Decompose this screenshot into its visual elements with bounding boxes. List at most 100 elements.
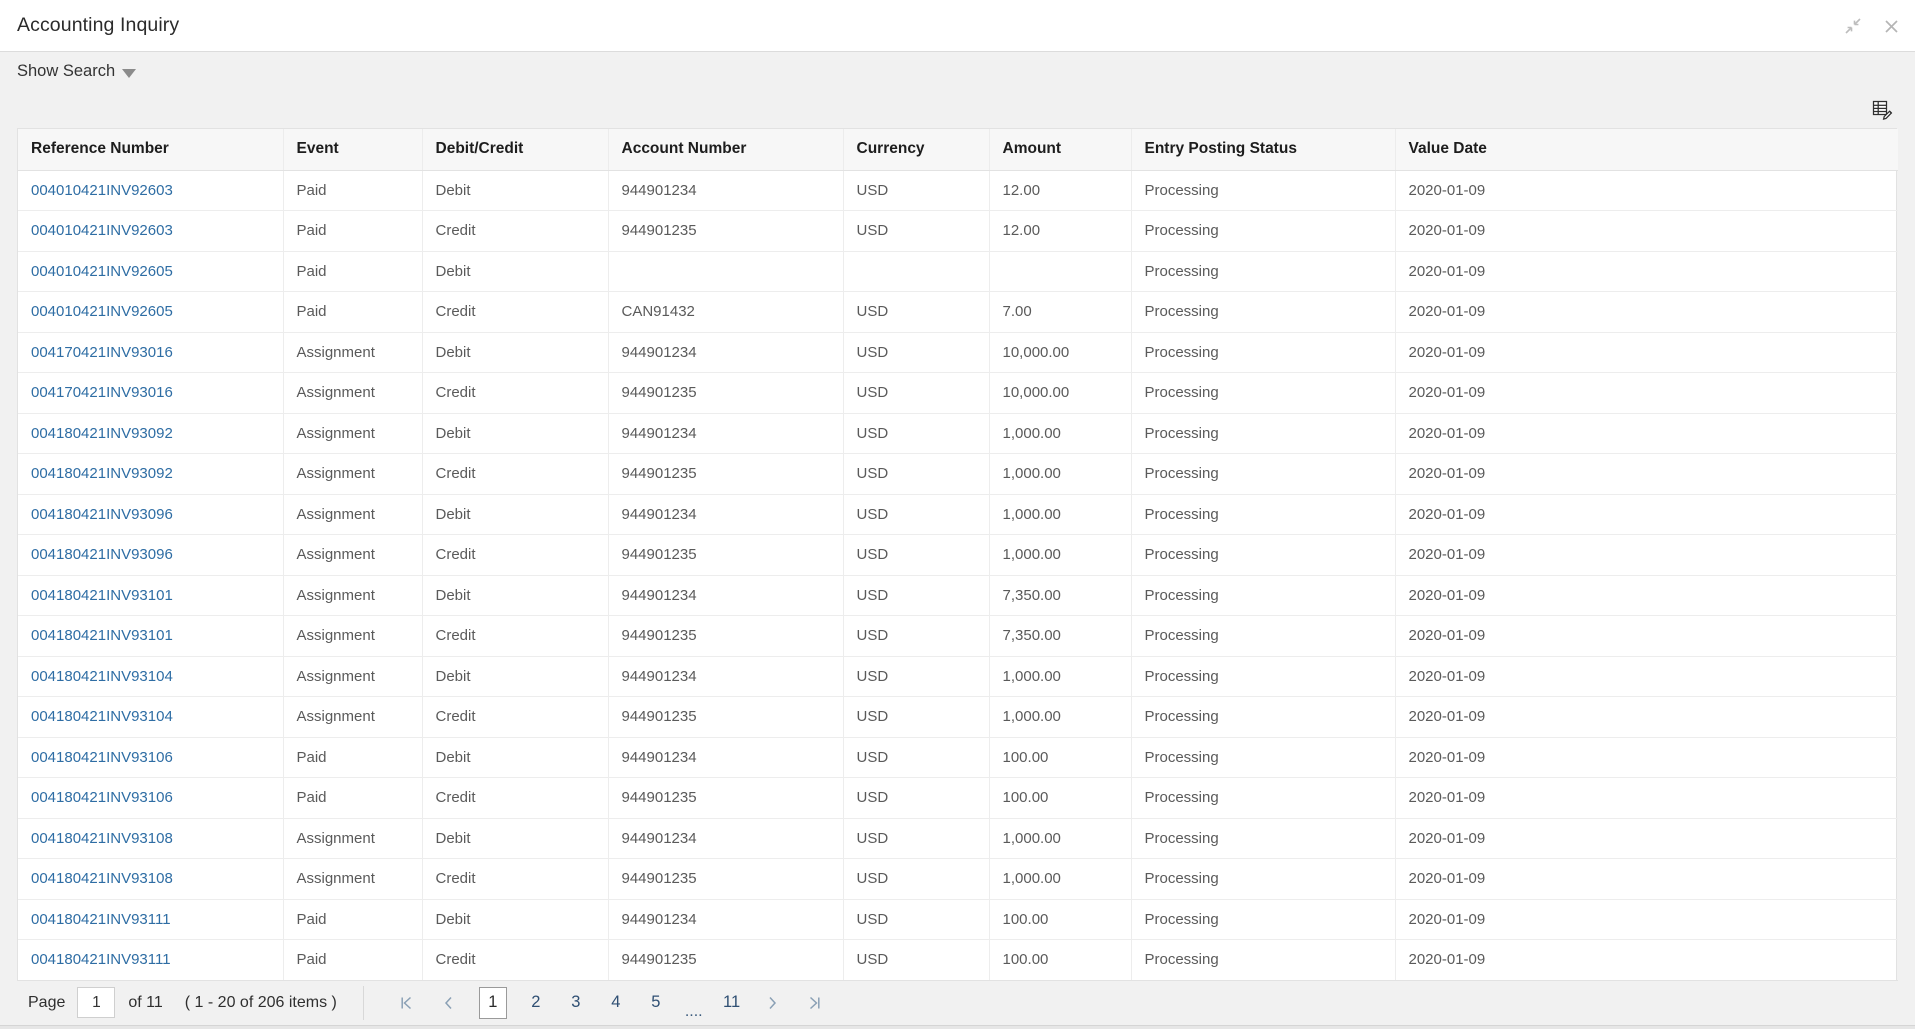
reference-number-link[interactable]: 004180421INV93108 bbox=[31, 830, 173, 847]
cell-amount: 1,000.00 bbox=[989, 494, 1132, 535]
reference-number-link[interactable]: 004170421INV93016 bbox=[31, 384, 173, 401]
total-pages-label: of 11 bbox=[128, 993, 163, 1011]
cell-debit-credit: Debit bbox=[422, 656, 609, 697]
cell-entry-posting-status: Processing bbox=[1131, 453, 1396, 495]
previous-page-icon[interactable] bbox=[436, 988, 462, 1018]
page-button-4[interactable]: 4 bbox=[605, 988, 627, 1018]
reference-number-link[interactable]: 004180421INV93104 bbox=[31, 668, 173, 685]
cell-reference-number[interactable]: 004010421INV92603 bbox=[18, 210, 284, 252]
column-header-value-date[interactable]: Value Date bbox=[1395, 129, 1898, 171]
column-header-currency[interactable]: Currency bbox=[843, 129, 990, 171]
grid-edit-icon[interactable] bbox=[1870, 98, 1894, 122]
cell-entry-posting-status: Processing bbox=[1131, 372, 1396, 414]
page-button-3[interactable]: 3 bbox=[565, 988, 587, 1018]
cell-debit-credit: Debit bbox=[422, 251, 609, 292]
reference-number-link[interactable]: 004180421INV93108 bbox=[31, 870, 173, 887]
reference-number-link[interactable]: 004180421INV93111 bbox=[31, 951, 171, 968]
show-search-toggle[interactable]: Show Search bbox=[17, 62, 137, 81]
cell-reference-number[interactable]: 004010421INV92603 bbox=[18, 170, 284, 211]
cell-currency bbox=[843, 251, 990, 292]
cell-reference-number[interactable]: 004180421INV93111 bbox=[18, 939, 284, 981]
reference-number-link[interactable]: 004170421INV93016 bbox=[31, 344, 173, 361]
close-icon[interactable] bbox=[1881, 16, 1901, 36]
cell-currency: USD bbox=[843, 818, 990, 859]
column-header-reference-number[interactable]: Reference Number bbox=[18, 129, 284, 171]
cell-reference-number[interactable]: 004010421INV92605 bbox=[18, 251, 284, 292]
reference-number-link[interactable]: 004180421INV93096 bbox=[31, 546, 173, 563]
reference-number-link[interactable]: 004180421INV93101 bbox=[31, 587, 173, 604]
collapse-arrows-icon[interactable] bbox=[1843, 16, 1863, 36]
cell-reference-number[interactable]: 004180421INV93104 bbox=[18, 696, 284, 738]
reference-number-link[interactable]: 004180421INV93096 bbox=[31, 506, 173, 523]
cell-reference-number[interactable]: 004180421INV93106 bbox=[18, 737, 284, 778]
reference-number-link[interactable]: 004010421INV92605 bbox=[31, 303, 173, 320]
reference-number-link[interactable]: 004180421INV93111 bbox=[31, 911, 171, 928]
column-header-debit-credit[interactable]: Debit/Credit bbox=[422, 129, 609, 171]
cell-debit-credit: Debit bbox=[422, 332, 609, 373]
cell-currency: USD bbox=[843, 575, 990, 616]
cell-currency: USD bbox=[843, 170, 990, 211]
column-header-account-number[interactable]: Account Number bbox=[608, 129, 844, 171]
cell-reference-number[interactable]: 004180421INV93092 bbox=[18, 453, 284, 495]
reference-number-link[interactable]: 004180421INV93104 bbox=[31, 708, 173, 725]
cell-reference-number[interactable]: 004180421INV93111 bbox=[18, 899, 284, 940]
cell-account-number: CAN91432 bbox=[608, 291, 844, 333]
cell-currency: USD bbox=[843, 494, 990, 535]
cell-reference-number[interactable]: 004180421INV93104 bbox=[18, 656, 284, 697]
cell-debit-credit: Credit bbox=[422, 858, 609, 900]
cell-value-date: 2020-01-09 bbox=[1395, 575, 1898, 616]
reference-number-link[interactable]: 004010421INV92603 bbox=[31, 182, 173, 199]
cell-reference-number[interactable]: 004180421INV93108 bbox=[18, 818, 284, 859]
cell-reference-number[interactable]: 004170421INV93016 bbox=[18, 332, 284, 373]
grid-toolbar bbox=[0, 91, 1915, 128]
page-number-input[interactable] bbox=[77, 987, 116, 1019]
reference-number-link[interactable]: 004010421INV92605 bbox=[31, 263, 173, 280]
next-page-icon[interactable] bbox=[760, 988, 786, 1018]
cell-amount: 1,000.00 bbox=[989, 413, 1132, 454]
reference-number-link[interactable]: 004180421INV93092 bbox=[31, 425, 173, 442]
cell-event: Paid bbox=[283, 899, 423, 940]
cell-event: Assignment bbox=[283, 696, 423, 738]
cell-value-date: 2020-01-09 bbox=[1395, 939, 1898, 981]
cell-value-date: 2020-01-09 bbox=[1395, 534, 1898, 576]
cell-event: Assignment bbox=[283, 818, 423, 859]
cell-amount: 1,000.00 bbox=[989, 858, 1132, 900]
cell-reference-number[interactable]: 004180421INV93092 bbox=[18, 413, 284, 454]
cell-currency: USD bbox=[843, 777, 990, 819]
cell-reference-number[interactable]: 004010421INV92605 bbox=[18, 291, 284, 333]
cell-reference-number[interactable]: 004180421INV93108 bbox=[18, 858, 284, 900]
first-page-icon[interactable] bbox=[394, 988, 420, 1018]
cell-reference-number[interactable]: 004180421INV93106 bbox=[18, 777, 284, 819]
page-button-5[interactable]: 5 bbox=[645, 988, 667, 1018]
column-header-entry-posting-status[interactable]: Entry Posting Status bbox=[1131, 129, 1396, 171]
page-button-1[interactable]: 1 bbox=[478, 986, 507, 1019]
cell-reference-number[interactable]: 004180421INV93101 bbox=[18, 615, 284, 657]
reference-number-link[interactable]: 004180421INV93106 bbox=[31, 789, 173, 806]
cell-currency: USD bbox=[843, 332, 990, 373]
page-button-last[interactable]: 11 bbox=[721, 988, 743, 1018]
column-header-event[interactable]: Event bbox=[283, 129, 423, 171]
column-header-amount[interactable]: Amount bbox=[989, 129, 1132, 171]
last-page-icon[interactable] bbox=[802, 988, 828, 1018]
reference-number-link[interactable]: 004180421INV93092 bbox=[31, 465, 173, 482]
cell-account-number: 944901234 bbox=[608, 413, 844, 454]
cell-amount: 10,000.00 bbox=[989, 372, 1132, 414]
cell-reference-number[interactable]: 004180421INV93096 bbox=[18, 494, 284, 535]
cell-entry-posting-status: Processing bbox=[1131, 494, 1396, 535]
reference-number-link[interactable]: 004180421INV93101 bbox=[31, 627, 173, 644]
cell-entry-posting-status: Processing bbox=[1131, 777, 1396, 819]
cell-entry-posting-status: Processing bbox=[1131, 534, 1396, 576]
cell-reference-number[interactable]: 004170421INV93016 bbox=[18, 372, 284, 414]
cell-debit-credit: Credit bbox=[422, 291, 609, 333]
reference-number-link[interactable]: 004010421INV92603 bbox=[31, 222, 173, 239]
cell-event: Paid bbox=[283, 291, 423, 333]
page-button-2[interactable]: 2 bbox=[525, 988, 547, 1018]
reference-number-link[interactable]: 004180421INV93106 bbox=[31, 749, 173, 766]
cell-reference-number[interactable]: 004180421INV93096 bbox=[18, 534, 284, 576]
table-row: 004010421INV92605 Paid Debit Processing 2020… bbox=[18, 251, 1898, 292]
table-row: 004180421INV93092 Assignment Credit 9449012… bbox=[18, 453, 1898, 495]
cell-entry-posting-status: Processing bbox=[1131, 858, 1396, 900]
cell-debit-credit: Debit bbox=[422, 413, 609, 454]
cell-reference-number[interactable]: 004180421INV93101 bbox=[18, 575, 284, 616]
cell-entry-posting-status: Processing bbox=[1131, 696, 1396, 738]
